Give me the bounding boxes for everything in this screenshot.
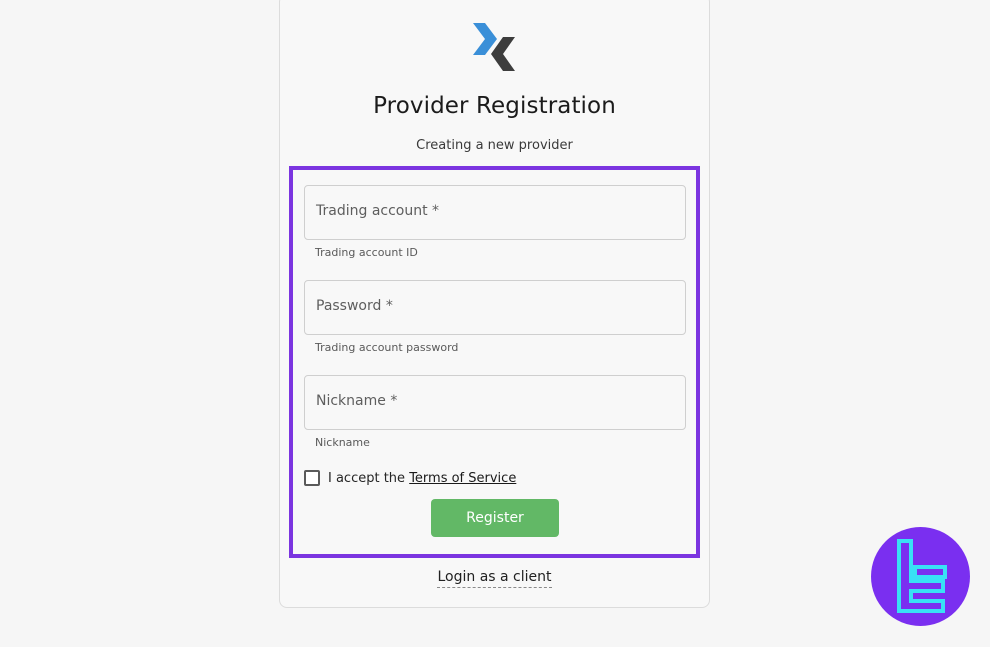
badge-glyph-icon (897, 539, 947, 613)
terms-of-service-link[interactable]: Terms of Service (409, 471, 516, 486)
trading-account-label: Trading account * (316, 203, 440, 219)
chevron-logo-icon (473, 23, 515, 71)
accept-terms-checkbox[interactable] (304, 470, 320, 486)
login-as-client-link[interactable]: Login as a client (437, 569, 552, 588)
registration-card: Provider Registration Creating a new pro… (279, 0, 710, 608)
trading-account-hint: Trading account ID (315, 246, 418, 259)
page-title: Provider Registration (373, 93, 616, 119)
nickname-hint: Nickname (315, 436, 370, 449)
page-subtitle: Creating a new provider (416, 138, 573, 153)
nickname-field[interactable]: Nickname * (304, 375, 686, 430)
tradingfinder-badge-icon (871, 527, 970, 626)
trading-account-field[interactable]: Trading account * (304, 185, 686, 240)
password-field[interactable]: Password * (304, 280, 686, 335)
accept-prefix: I accept the (328, 471, 406, 486)
password-hint: Trading account password (315, 341, 459, 354)
accept-terms-text: I accept the Terms of Service (328, 471, 516, 486)
register-button[interactable]: Register (431, 499, 559, 537)
nickname-label: Nickname * (316, 393, 398, 409)
login-link-container: Login as a client (280, 569, 709, 588)
password-label: Password * (316, 298, 393, 314)
